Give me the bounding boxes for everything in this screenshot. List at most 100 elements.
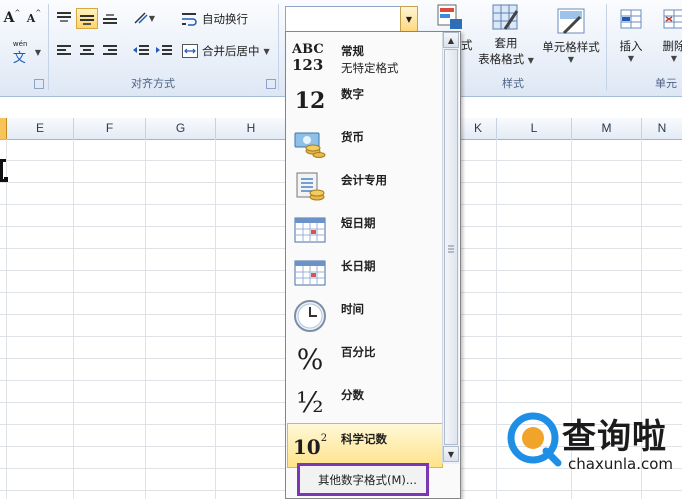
format-option-time[interactable]: 时间 (288, 294, 442, 337)
align-left-icon (57, 45, 71, 55)
merge-center-icon (182, 44, 198, 58)
shrink-font-button[interactable]: A ^ (25, 9, 43, 27)
chevron-down-icon: ▼ (627, 53, 635, 63)
cell-styles-icon (557, 8, 585, 34)
general-abc123-icon: ABC 123 (292, 41, 328, 75)
phonetic-bottom-text: 文 (12, 51, 26, 66)
number-format-dropdown-button[interactable]: ▼ (400, 6, 418, 33)
format-option-percentage[interactable]: % 百分比 (288, 337, 442, 380)
align-bottom-button[interactable] (101, 9, 119, 27)
chevron-down-icon: ▼ (148, 13, 156, 23)
column-header-l[interactable]: L (497, 118, 572, 139)
format-as-table-button[interactable]: 套用 表格格式 ▼ (476, 2, 536, 68)
column-header-h[interactable]: H (216, 118, 287, 139)
number-format-combobox[interactable] (285, 6, 418, 33)
clock-icon (292, 299, 328, 333)
format-option-general[interactable]: ABC 123 常规 无特定格式 (288, 36, 442, 79)
align-middle-icon (80, 14, 94, 25)
chevron-down-icon: ▼ (670, 53, 678, 63)
column-header-k[interactable]: K (460, 118, 497, 139)
fraction-icon: ½ (292, 385, 328, 419)
more-number-formats-button[interactable]: 其他数字格式(M)... (297, 463, 429, 496)
chevron-down-icon: ▼ (405, 15, 413, 24)
align-right-button[interactable] (101, 42, 119, 60)
orientation-button[interactable]: ▼ (130, 9, 158, 27)
currency-icon (292, 127, 328, 161)
scrollbar-thumb[interactable] (444, 49, 458, 445)
increase-indent-button[interactable] (155, 42, 173, 60)
column-header-f[interactable]: F (74, 118, 146, 139)
decrease-indent-icon (133, 45, 149, 55)
chevron-down-icon: ▼ (567, 54, 575, 64)
format-option-currency[interactable]: 货币 (288, 122, 442, 165)
watermark-domain: chaxunla.com (568, 455, 673, 473)
column-header-n[interactable]: N (642, 118, 682, 139)
scroll-up-button[interactable]: ▲ (443, 32, 459, 48)
chevron-down-icon: ▼ (263, 46, 270, 56)
column-header-m[interactable]: M (572, 118, 642, 139)
align-top-icon (57, 12, 71, 22)
format-option-scientific[interactable]: 10 2 科学记数 (287, 423, 443, 468)
format-option-label: 短日期 (341, 216, 376, 230)
styles-group-label: 样式 (502, 77, 524, 90)
fraction-icon-text: ½ (296, 385, 324, 419)
align-center-icon (80, 45, 94, 55)
scientific-icon: 10 2 (292, 429, 328, 463)
column-header-g[interactable]: G (146, 118, 216, 139)
format-option-label: 数字 (341, 87, 364, 101)
format-option-accounting[interactable]: 会计专用 (288, 165, 442, 208)
general-icon-text-abc: ABC (292, 42, 324, 57)
grow-font-button[interactable]: A ^ (3, 9, 21, 27)
format-option-number[interactable]: 12 数字 (288, 79, 442, 122)
dropdown-scrollbar[interactable]: ▲ ▼ (442, 32, 459, 464)
wrap-text-button[interactable]: 自动换行 (182, 9, 254, 29)
format-option-label: 分数 (341, 388, 364, 402)
chevron-down-icon: ▼ (527, 56, 534, 65)
cell-styles-label: 单元格样式 (542, 39, 600, 54)
align-right-icon (103, 45, 117, 55)
scroll-down-button[interactable]: ▼ (443, 446, 459, 462)
scientific-icon-exponent: 2 (320, 433, 328, 444)
column-header-selected[interactable] (0, 118, 7, 139)
format-option-fraction[interactable]: ½ 分数 (288, 380, 442, 423)
phonetic-guide-button[interactable]: wén 文 ▼ (8, 40, 44, 66)
number-icon-text: 12 (294, 88, 326, 114)
format-option-long-date[interactable]: 长日期 (288, 251, 442, 294)
format-option-label: 时间 (341, 302, 364, 316)
alignment-dialog-launcher[interactable] (34, 79, 44, 89)
format-option-label: 长日期 (341, 259, 376, 273)
shrink-font-label: A (26, 11, 36, 25)
align-left-button[interactable] (55, 42, 73, 60)
align-top-button[interactable] (55, 9, 73, 27)
insert-cells-icon (620, 9, 642, 28)
general-icon-text-123: 123 (292, 56, 324, 74)
percent-icon: % (292, 342, 328, 376)
grip-icon (448, 245, 454, 253)
group-separator (606, 4, 607, 90)
merge-center-label: 合并后居中 (202, 44, 260, 58)
decrease-indent-button[interactable] (132, 42, 150, 60)
cell-styles-button[interactable]: 单元格样式 ▼ (540, 2, 602, 68)
align-middle-button[interactable] (76, 8, 98, 29)
wrap-text-label: 自动换行 (202, 12, 248, 26)
column-header-e[interactable]: E (7, 118, 74, 139)
alignment-dialog-launcher-2[interactable] (266, 79, 276, 89)
group-separator (278, 4, 279, 90)
format-option-short-date[interactable]: 短日期 (288, 208, 442, 251)
merge-center-button[interactable]: 合并后居中 ▼ (182, 41, 274, 61)
conditional-format-icon-area[interactable] (432, 2, 466, 32)
chevron-down-icon: ▼ (34, 47, 42, 57)
delete-cells-button[interactable]: 删除 ▼ (654, 2, 682, 68)
watermark: 查询啦 chaxunla.com (506, 411, 676, 477)
wrap-text-icon (182, 13, 197, 26)
number-12-icon: 12 (292, 84, 328, 118)
align-center-button[interactable] (78, 42, 96, 60)
accounting-icon (292, 170, 328, 204)
chevron-down-icon: ▼ (447, 449, 455, 459)
delete-cells-label: 删除 (662, 38, 682, 53)
chevron-up-icon: ▲ (447, 35, 455, 45)
text-orientation-icon (134, 12, 148, 24)
more-number-formats-label: 其他数字格式(M)... (318, 473, 417, 487)
insert-cells-button[interactable]: 插入 ▼ (612, 2, 650, 68)
increase-indent-icon (156, 45, 172, 55)
